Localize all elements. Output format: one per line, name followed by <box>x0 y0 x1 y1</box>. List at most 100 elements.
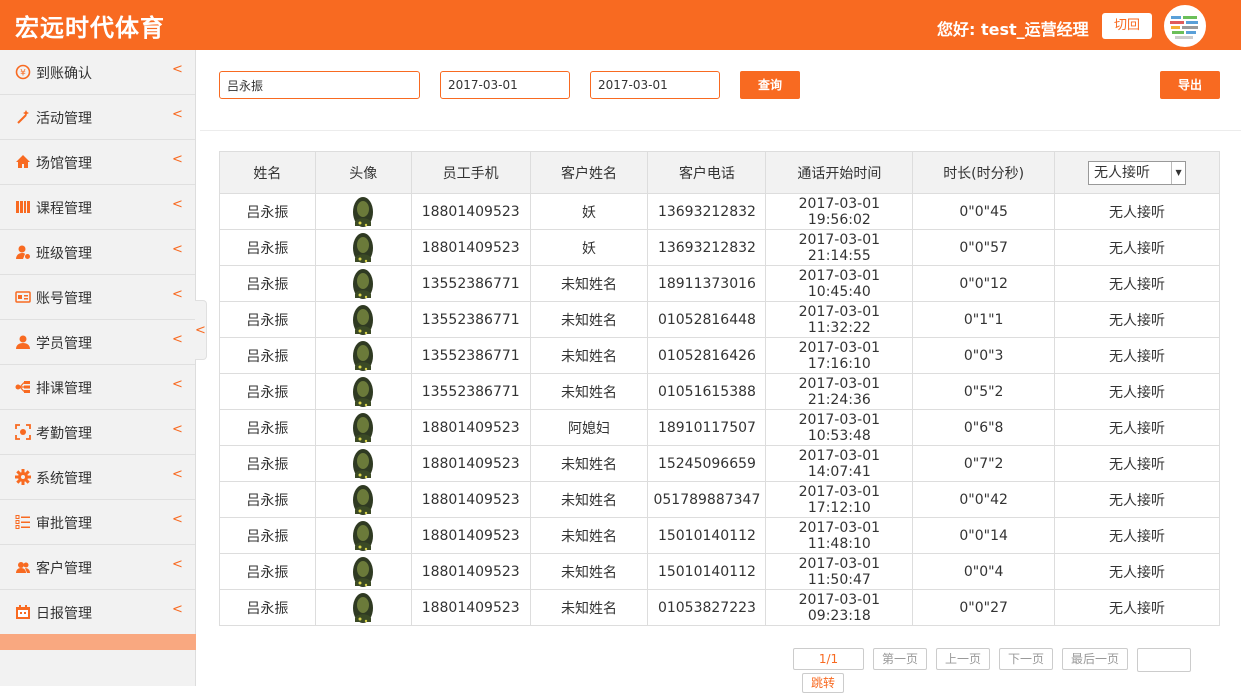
cell-avatar <box>314 553 412 590</box>
chevron-down-icon: ▼ <box>1171 161 1185 184</box>
cell-staff-phone: 18801409523 <box>410 481 531 518</box>
chevron-left-icon: < <box>172 107 183 122</box>
end-date-input[interactable] <box>590 71 720 99</box>
cell-status: 无人接听 <box>1054 193 1220 230</box>
sidebar-item-customer[interactable]: 客户管理 < <box>0 545 195 590</box>
cell-duration: 0"0"42 <box>912 481 1056 518</box>
sidebar-item-approval[interactable]: 审批管理 < <box>0 500 195 545</box>
cell-duration: 0"0"27 <box>912 589 1056 626</box>
cell-start-time: 2017-03-01 09:23:18 <box>765 589 914 626</box>
sidebar-item-activity[interactable]: 活动管理 < <box>0 95 195 140</box>
sidebar-item-payment-confirm[interactable]: ¥ 到账确认 < <box>0 50 195 95</box>
cell-start-time: 2017-03-01 10:53:48 <box>765 409 914 446</box>
sidebar-item-attendance[interactable]: 考勤管理 < <box>0 410 195 455</box>
staff-avatar-image <box>352 556 374 587</box>
sidebar-item-daily-report[interactable]: 日报管理 < <box>0 590 195 635</box>
cell-customer-phone: 15010140112 <box>647 553 767 590</box>
cell-duration: 0"0"4 <box>912 553 1056 590</box>
users-icon <box>15 559 31 575</box>
staff-avatar-image <box>352 304 374 335</box>
col-header-status: 无人接听 ▼ <box>1054 151 1220 194</box>
search-button[interactable]: 查询 <box>740 71 800 99</box>
col-header-customer-name: 客户姓名 <box>529 151 649 194</box>
cell-avatar <box>314 373 412 410</box>
chevron-left-icon: < <box>172 287 183 302</box>
sidebar-item-schedule[interactable]: 排课管理 < <box>0 365 195 410</box>
books-icon <box>15 199 31 215</box>
home-icon <box>15 154 31 170</box>
cell-start-time: 2017-03-01 17:12:10 <box>765 481 914 518</box>
sidebar-item-student[interactable]: 学员管理 < <box>0 320 195 365</box>
cell-status: 无人接听 <box>1054 373 1220 410</box>
cell-customer-phone: 13693212832 <box>647 193 767 230</box>
sidebar-item-class[interactable]: 班级管理 < <box>0 230 195 275</box>
chevron-left-icon: < <box>172 152 183 167</box>
cell-status: 无人接听 <box>1054 409 1220 446</box>
last-page-button[interactable]: 最后一页 <box>1062 648 1128 670</box>
sidebar-active-item[interactable] <box>0 634 196 650</box>
staff-avatar-image <box>352 592 374 623</box>
cell-staff-phone: 18801409523 <box>410 589 531 626</box>
cell-duration: 0"0"3 <box>912 337 1056 374</box>
jump-button[interactable]: 跳转 <box>802 673 844 693</box>
sidebar-item-system[interactable]: 系统管理 < <box>0 455 195 500</box>
sidebar-item-account[interactable]: 账号管理 < <box>0 275 195 320</box>
staff-avatar-image <box>352 448 374 479</box>
cell-name: 吕永振 <box>219 445 316 482</box>
cell-avatar <box>314 229 412 266</box>
sidebar-item-venue[interactable]: 场馆管理 < <box>0 140 195 185</box>
table-row: 吕永振 13552386771 未知姓名 01052816426 2017-03-01 … <box>219 337 1220 374</box>
cell-customer-phone: 051789887347 <box>647 481 767 518</box>
chevron-left-icon: < <box>172 467 183 482</box>
sidebar-item-course[interactable]: 课程管理 < <box>0 185 195 230</box>
checklist-icon <box>15 514 31 530</box>
sidebar-collapse-toggle[interactable]: < <box>195 300 207 360</box>
page-jump-input[interactable] <box>1137 648 1191 672</box>
export-button[interactable]: 导出 <box>1160 71 1220 99</box>
cell-customer-phone: 15010140112 <box>647 517 767 554</box>
cell-start-time: 2017-03-01 14:07:41 <box>765 445 914 482</box>
col-header-duration: 时长(时分秒) <box>912 151 1056 194</box>
cell-duration: 0"0"45 <box>912 193 1056 230</box>
cell-customer-phone: 01053827223 <box>647 589 767 626</box>
chevron-left-icon: < <box>172 197 183 212</box>
cell-staff-phone: 13552386771 <box>410 373 531 410</box>
prev-page-button[interactable]: 上一页 <box>936 648 990 670</box>
cell-duration: 0"0"12 <box>912 265 1056 302</box>
sidebar-item-label: 客户管理 <box>36 561 92 577</box>
cell-customer-phone: 18911373016 <box>647 265 767 302</box>
col-header-customer-phone: 客户电话 <box>647 151 767 194</box>
name-search-input[interactable] <box>219 71 420 99</box>
cell-customer-name: 未知姓名 <box>529 517 649 554</box>
chevron-left-icon: < <box>172 602 183 617</box>
chevron-left-icon: < <box>172 332 183 347</box>
cell-name: 吕永振 <box>219 301 316 338</box>
cell-duration: 0"0"57 <box>912 229 1056 266</box>
cell-name: 吕永振 <box>219 409 316 446</box>
next-page-button[interactable]: 下一页 <box>999 648 1053 670</box>
cell-customer-phone: 01051615388 <box>647 373 767 410</box>
user-avatar[interactable] <box>1164 5 1206 47</box>
start-date-input[interactable] <box>440 71 570 99</box>
calendar-icon <box>15 604 31 620</box>
gear-icon <box>15 469 31 485</box>
page-indicator: 1/1 <box>793 648 864 670</box>
cell-customer-name: 未知姓名 <box>529 337 649 374</box>
scan-icon <box>15 424 31 440</box>
cell-customer-name: 未知姓名 <box>529 265 649 302</box>
status-filter-select[interactable]: 无人接听 ▼ <box>1088 160 1187 185</box>
cell-avatar <box>314 193 412 230</box>
table-row: 吕永振 18801409523 未知姓名 15245096659 2017-03-01 … <box>219 445 1220 482</box>
cell-avatar <box>314 409 412 446</box>
chevron-left-icon: < <box>172 557 183 572</box>
first-page-button[interactable]: 第一页 <box>873 648 927 670</box>
cell-name: 吕永振 <box>219 517 316 554</box>
cell-start-time: 2017-03-01 11:50:47 <box>765 553 914 590</box>
sidebar-item-label: 系统管理 <box>36 471 92 487</box>
cell-name: 吕永振 <box>219 481 316 518</box>
cell-customer-phone: 01052816448 <box>647 301 767 338</box>
sidebar-item-label: 排课管理 <box>36 381 92 397</box>
cell-duration: 0"5"2 <box>912 373 1056 410</box>
switch-back-button[interactable]: 切回 <box>1102 13 1152 39</box>
staff-avatar-image <box>352 484 374 515</box>
